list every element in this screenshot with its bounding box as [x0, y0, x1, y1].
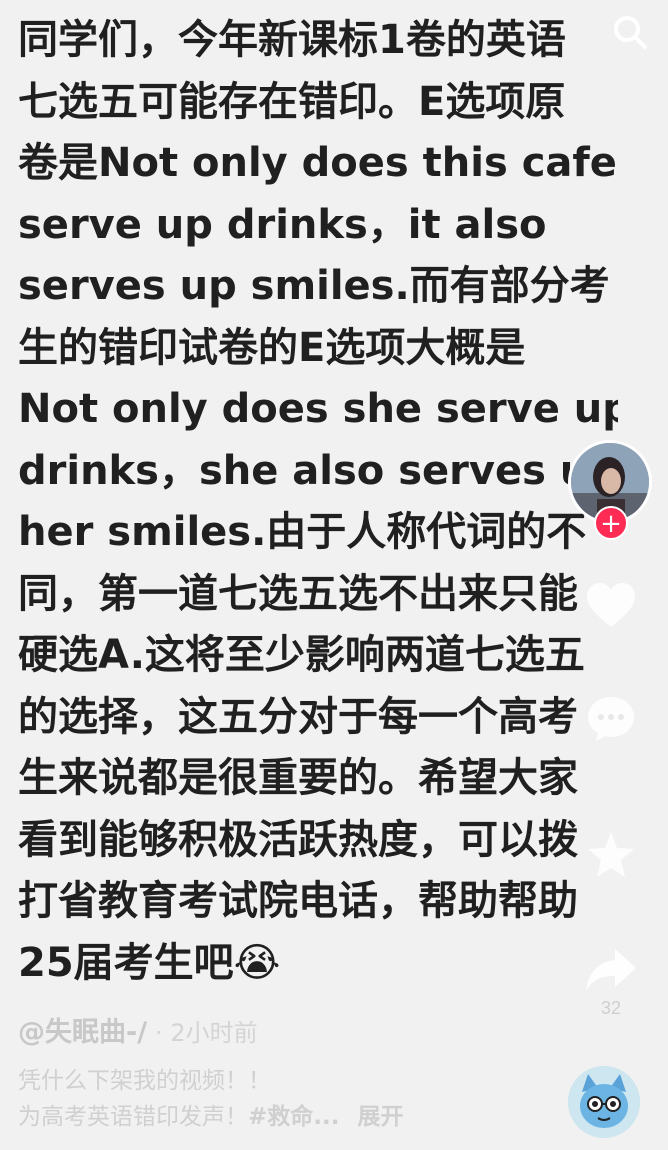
star-icon	[588, 832, 634, 877]
post-line: 同，第一道七选五选不出来只能	[18, 570, 578, 617]
post-line: 看到能够积极活跃热度，可以拨	[18, 816, 578, 863]
comment-icon	[588, 697, 634, 741]
post-line: serve up drinks，it also	[18, 201, 547, 248]
post-line: Not only does she serve up	[18, 386, 618, 432]
favorite-button[interactable]	[582, 830, 640, 880]
share-button[interactable]: 32	[582, 946, 640, 1019]
video-info: @失眠曲-/ · 2小时前 凭什么下架我的视频！！ 为高考英语错印发声！#救命..…	[18, 1010, 558, 1135]
post-line: 生的错印试卷的E选项大概是	[18, 324, 526, 371]
post-line: 同学们，今年新课标1卷的英语	[18, 17, 566, 63]
share-arrow-icon	[586, 949, 636, 991]
post-line: 硬选A.这将至少影响两道七选五	[18, 632, 585, 678]
post-line: 卷是Not only does this cafe	[18, 140, 617, 186]
post-text: 同学们，今年新课标1卷的英语 七选五可能存在错印。E选项原 卷是Not only…	[18, 10, 618, 994]
like-button[interactable]	[582, 582, 640, 630]
post-line: 的选择，这五分对于每一个高考	[18, 693, 578, 740]
post-line: 七选五可能存在错印。E选项原	[18, 78, 566, 125]
expand-button[interactable]: 展开	[357, 1104, 403, 1130]
hashtag-link[interactable]: #救命...	[248, 1104, 339, 1130]
post-line: her smiles.由于人称代词的不	[18, 509, 587, 555]
description-line: 为高考英语错印发声！	[18, 1104, 248, 1130]
music-disc-avatar[interactable]	[568, 1066, 640, 1138]
post-time: · 2小时前	[155, 1019, 258, 1047]
comment-button[interactable]	[582, 694, 640, 744]
post-line: 25届考生吧😭	[18, 939, 281, 986]
post-line: 生来说都是很重要的。希望大家	[18, 755, 578, 801]
heart-icon	[587, 583, 635, 627]
post-line: drinks，she also serves up	[18, 447, 617, 494]
post-line: 打省教育考试院电话，帮助帮助	[18, 878, 578, 924]
post-line: serves up smiles.而有部分考	[18, 263, 610, 309]
video-description: 凭什么下架我的视频！！ 为高考英语错印发声！#救命... 展开	[18, 1063, 558, 1135]
share-count: 32	[600, 998, 622, 1018]
follow-button[interactable]: +	[594, 506, 628, 540]
author-name[interactable]: @失眠曲-/	[18, 1017, 147, 1048]
description-line: 凭什么下架我的视频！！	[18, 1068, 271, 1094]
